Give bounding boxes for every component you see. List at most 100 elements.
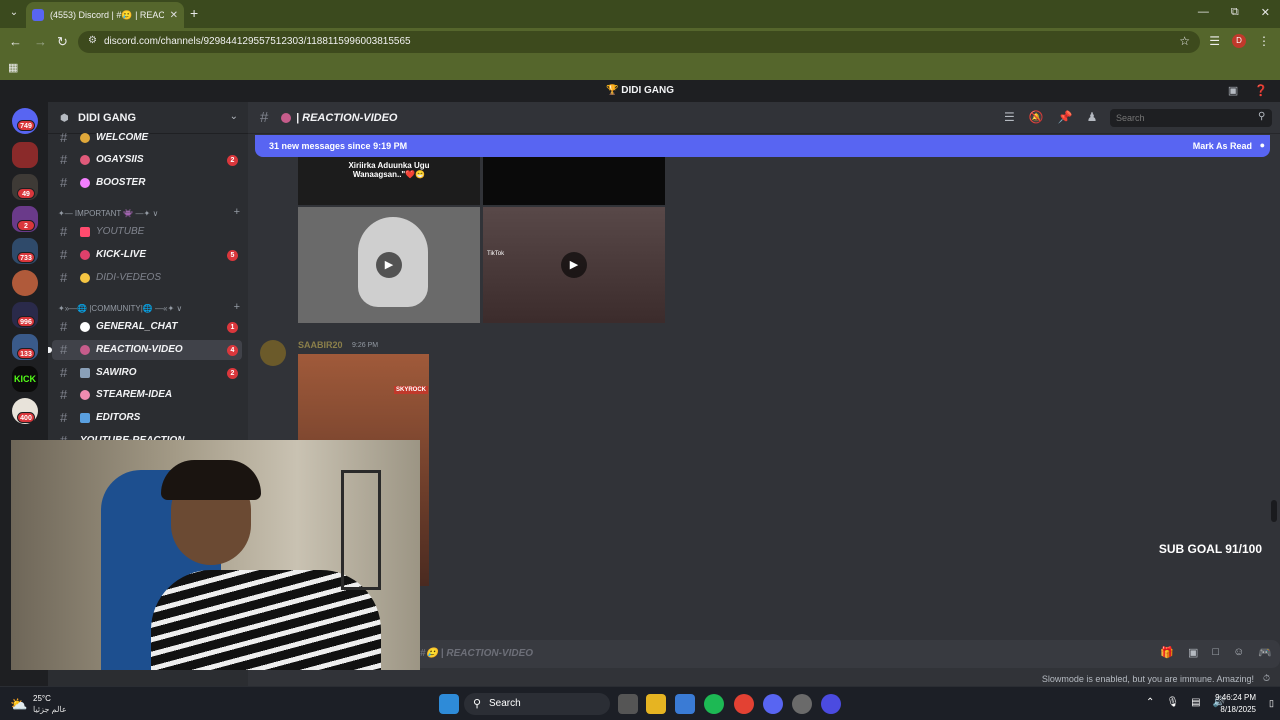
back-button[interactable]: ←: [9, 34, 22, 49]
activity-icon[interactable]: 🎮: [1258, 646, 1272, 659]
apps-grid-icon[interactable]: ▦: [8, 61, 18, 74]
channel-item-welcome[interactable]: # WELCOME: [52, 128, 242, 148]
clock-time[interactable]: 9:46:24 PM: [1215, 693, 1256, 702]
channel-item-general-chat[interactable]: # GENERAL_CHAT 1: [52, 317, 242, 337]
rocket-emoji-icon: [80, 178, 90, 188]
toolbar-right: ☰ D ⋮: [1209, 34, 1270, 48]
search-input[interactable]: [1110, 109, 1272, 127]
hash-icon: #: [60, 270, 68, 285]
microphone-icon[interactable]: 🎙: [1166, 697, 1179, 708]
kick-server-icon[interactable]: KICK: [12, 366, 38, 392]
category-community[interactable]: ✦»—🌐 |COMMUNITY|🌐 —«✦ ∨: [58, 304, 238, 313]
server-badge-4: 733: [17, 252, 35, 263]
category-important[interactable]: ✦— IMPORTANT 👾 —✦ ∨: [58, 209, 238, 218]
message-author[interactable]: SAABIR20: [298, 340, 343, 350]
server-icon-1[interactable]: [12, 142, 38, 168]
clock-date[interactable]: 8/18/2025: [1220, 705, 1256, 714]
play-icon[interactable]: ▶: [561, 252, 587, 278]
channel-label: KICK-LIVE: [96, 249, 146, 260]
notifications-icon[interactable]: ▯: [1269, 698, 1274, 709]
tab-search-icon[interactable]: ⌄: [6, 5, 22, 21]
gift-icon[interactable]: 🎁: [1160, 646, 1174, 659]
channel-item-editors[interactable]: # EDITORS: [52, 408, 242, 428]
emoji-icon[interactable]: ☺: [1233, 646, 1244, 659]
reload-button[interactable]: ↻: [57, 34, 68, 50]
channel-item-stearem-idea[interactable]: # STEAREM-IDEA: [52, 385, 242, 405]
channel-label: EDITORS: [96, 412, 141, 423]
weather-icon[interactable]: ⛅: [10, 696, 27, 713]
mute-icon[interactable]: 🔕: [1029, 110, 1044, 124]
bookmark-star-icon[interactable]: ☆: [1179, 34, 1190, 48]
chrome-icon[interactable]: [734, 694, 754, 714]
close-window-button[interactable]: ✕: [1261, 6, 1270, 19]
help-icon[interactable]: ❓: [1254, 84, 1268, 97]
new-tab-button[interactable]: +: [190, 5, 198, 21]
video-tile-crowd[interactable]: TikTok ▶: [483, 207, 665, 323]
channel-item-booster[interactable]: # BOOSTER: [52, 173, 242, 193]
task-view-icon[interactable]: [618, 694, 638, 714]
tab-title: (4553) Discord | #🥲 | REACTI: [50, 9, 164, 20]
hash-icon: #: [60, 152, 68, 167]
gif-icon[interactable]: ▣: [1188, 646, 1198, 659]
menu-dots-icon[interactable]: ⋮: [1258, 34, 1270, 48]
new-messages-bar[interactable]: 31 new messages since 9:19 PM Mark As Re…: [255, 135, 1270, 157]
video-tile-man[interactable]: ▶: [298, 207, 480, 323]
media-controls-icon[interactable]: ☰: [1209, 34, 1220, 48]
file-explorer-icon[interactable]: [646, 694, 666, 714]
sticker-icon[interactable]: □: [1212, 646, 1219, 659]
composer-placeholder: #🥲 | REACTION-VIDEO: [420, 648, 534, 659]
weather-location: عالم جزئيا: [33, 705, 67, 714]
restore-button[interactable]: ⧉: [1231, 6, 1239, 19]
channel-item-reaction-video[interactable]: # REACTION-VIDEO 4: [48, 340, 242, 360]
scrollbar[interactable]: [1271, 500, 1277, 522]
inbox-icon[interactable]: ▣: [1228, 84, 1238, 97]
hash-icon: #: [60, 410, 68, 425]
channel-item-didi-vedeos[interactable]: # DIDI-VEDEOS: [52, 268, 242, 288]
media-tile-caption[interactable]: Xiriirka Aduunka Ugu Wanaagsan.."❤️😁: [298, 157, 480, 205]
site-info-icon[interactable]: ⚙: [88, 35, 97, 46]
sub-goal-overlay: SUB GOAL 91/100: [1158, 542, 1262, 556]
slowmode-icon: ⏱: [1262, 673, 1270, 683]
hash-icon: #: [60, 387, 68, 402]
members-icon[interactable]: ♟: [1087, 110, 1098, 124]
hash-icon: #: [60, 175, 68, 190]
channel-item-kick-live[interactable]: # KICK-LIVE 5: [52, 245, 242, 265]
hash-icon: #: [60, 224, 68, 239]
channel-item-youtube[interactable]: # YOUTUBE: [52, 222, 242, 242]
channel-label: REACTION-VIDEO: [96, 344, 183, 355]
mark-as-read-button[interactable]: Mark As Read: [1193, 141, 1252, 151]
channel-label: YOUTUBE: [96, 226, 145, 237]
play-icon[interactable]: ▶: [376, 252, 402, 278]
discord-icon[interactable]: [763, 694, 783, 714]
app-icon[interactable]: [792, 694, 812, 714]
add-channel-icon[interactable]: +: [234, 206, 240, 218]
obs-icon[interactable]: [821, 694, 841, 714]
store-icon[interactable]: [675, 694, 695, 714]
start-button[interactable]: [439, 694, 459, 714]
address-bar[interactable]: ⚙ discord.com/channels/92984412955751230…: [78, 31, 1200, 53]
brain-emoji-icon: [80, 390, 90, 400]
tab-close-icon[interactable]: ✕: [170, 10, 178, 21]
server-icon-5[interactable]: [12, 270, 38, 296]
taskbar-search-label: Search: [489, 698, 521, 709]
threads-icon[interactable]: ☰: [1004, 110, 1015, 124]
chevron-up-icon[interactable]: ⌃: [1146, 697, 1154, 708]
message-timestamp: 9:26 PM: [352, 342, 379, 349]
forward-button[interactable]: →: [34, 34, 47, 49]
add-channel-icon[interactable]: +: [234, 301, 240, 313]
minimize-button[interactable]: —: [1198, 6, 1209, 19]
network-icon[interactable]: ▤: [1191, 697, 1200, 708]
pin-icon[interactable]: 📌: [1058, 110, 1073, 124]
taskbar-search[interactable]: ⚲ Search: [464, 693, 610, 715]
channel-header: # | REACTION-VIDEO ☰ 🔕 📌 ♟ ⚲: [248, 102, 1280, 134]
chevron-down-icon[interactable]: ⌄: [230, 111, 238, 122]
profile-avatar[interactable]: D: [1232, 34, 1246, 48]
media-tile-black[interactable]: [483, 157, 665, 205]
channel-item-sawiro[interactable]: # SAWIRO 2: [52, 363, 242, 383]
spotify-icon[interactable]: [704, 694, 724, 714]
hash-icon: #: [60, 130, 68, 145]
avatar[interactable]: [260, 340, 286, 366]
browser-tab-discord[interactable]: (4553) Discord | #🥲 | REACTI ✕: [26, 2, 184, 28]
camera-emoji-icon: [80, 368, 90, 378]
channel-item-ogaysiis[interactable]: # OGAYSIIS 2: [52, 150, 242, 170]
